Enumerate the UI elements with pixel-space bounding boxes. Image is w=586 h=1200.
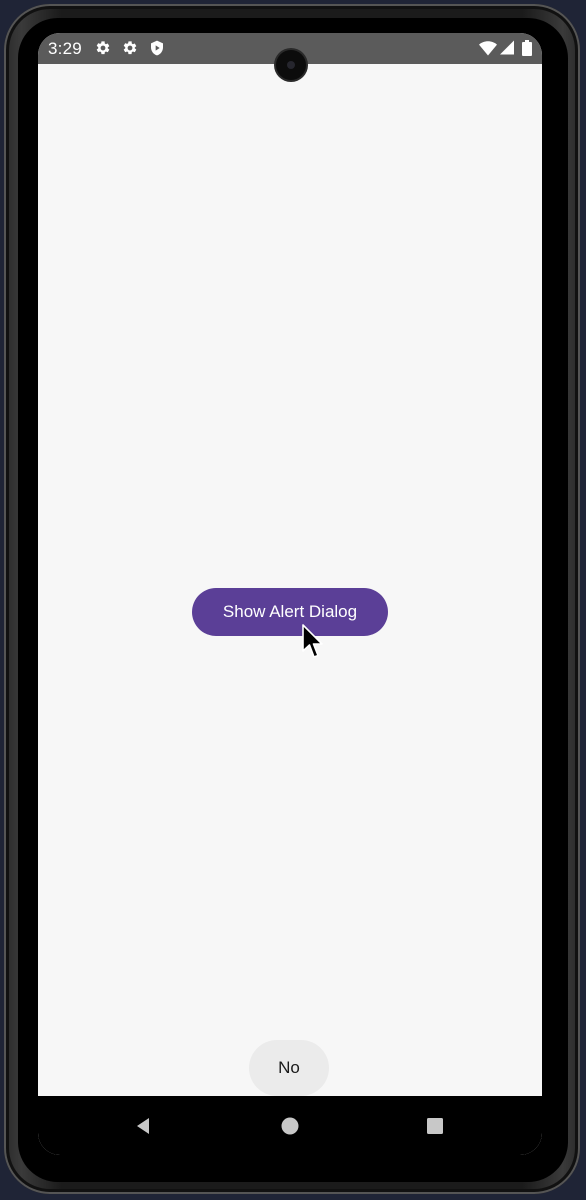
settings-gear-icon — [123, 41, 137, 55]
phone-screen: 3:29 Show Alert Dialog No — [38, 33, 542, 1155]
battery-icon — [522, 40, 532, 56]
back-icon[interactable] — [134, 1116, 154, 1136]
cell-signal-icon — [500, 40, 514, 55]
settings-gear-icon — [96, 41, 110, 55]
recents-icon[interactable] — [425, 1116, 445, 1136]
wifi-icon — [479, 41, 497, 56]
no-button[interactable]: No — [249, 1040, 329, 1096]
status-time: 3:29 — [48, 39, 82, 58]
app-content: Show Alert Dialog No — [38, 64, 542, 1096]
mouse-pointer-icon — [302, 624, 323, 658]
home-icon[interactable] — [280, 1116, 300, 1136]
show-alert-dialog-button[interactable]: Show Alert Dialog — [192, 588, 388, 636]
navigation-bar — [38, 1096, 542, 1155]
front-camera — [276, 50, 306, 80]
shield-play-icon — [151, 40, 163, 56]
